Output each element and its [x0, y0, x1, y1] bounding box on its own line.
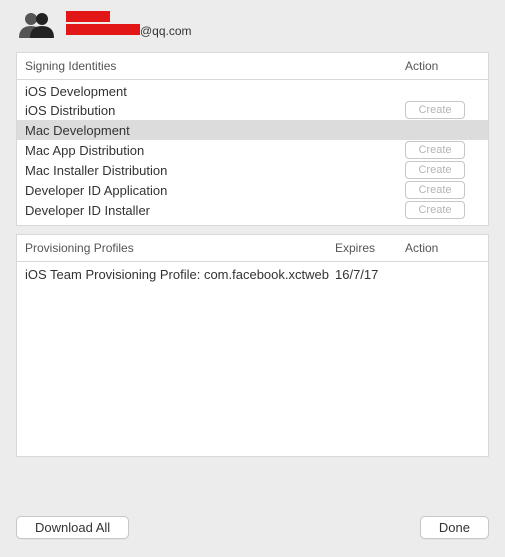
create-button[interactable]: Create: [405, 101, 465, 119]
team-icon: [18, 10, 56, 38]
signing-row[interactable]: Mac Installer DistributionCreate: [17, 160, 488, 180]
signing-row-action: Create: [405, 161, 480, 179]
profile-row-expires: 16/7/17: [335, 267, 405, 282]
signing-row[interactable]: iOS Development: [17, 80, 488, 100]
redacted-email: [66, 24, 140, 35]
signing-row[interactable]: iOS DistributionCreate: [17, 100, 488, 120]
signing-row-label: Mac App Distribution: [25, 143, 405, 158]
provisioning-profiles-section: Provisioning Profiles Expires Action iOS…: [16, 234, 489, 457]
download-all-button[interactable]: Download All: [16, 516, 129, 539]
signing-header-main: Signing Identities: [25, 59, 405, 73]
bottom-bar: Download All Done: [16, 516, 489, 539]
profiles-header-action: Action: [405, 241, 480, 255]
signing-row-label: iOS Distribution: [25, 103, 405, 118]
profile-row[interactable]: iOS Team Provisioning Profile: com.faceb…: [17, 264, 488, 284]
signing-identities-section: Signing Identities Action iOS Developmen…: [16, 52, 489, 226]
account-email-line: @qq.com: [66, 24, 192, 38]
signing-row-label: Mac Installer Distribution: [25, 163, 405, 178]
profiles-header: Provisioning Profiles Expires Action: [17, 235, 488, 262]
signing-row-label: Developer ID Application: [25, 183, 405, 198]
create-button[interactable]: Create: [405, 181, 465, 199]
account-info: @qq.com: [66, 11, 192, 38]
signing-row[interactable]: Developer ID InstallerCreate: [17, 200, 488, 225]
signing-row-label: Developer ID Installer: [25, 203, 405, 218]
signing-row-action: Create: [405, 101, 480, 119]
signing-row-action: Create: [405, 201, 480, 219]
signing-row[interactable]: Developer ID ApplicationCreate: [17, 180, 488, 200]
signing-rows: iOS DevelopmentiOS DistributionCreateMac…: [17, 80, 488, 225]
create-button[interactable]: Create: [405, 201, 465, 219]
signing-header: Signing Identities Action: [17, 53, 488, 80]
email-suffix: @qq.com: [140, 24, 192, 38]
create-button[interactable]: Create: [405, 161, 465, 179]
profiles-header-expires: Expires: [335, 241, 405, 255]
signing-header-action: Action: [405, 59, 480, 73]
signing-row-action: Create: [405, 141, 480, 159]
profiles-rows: iOS Team Provisioning Profile: com.faceb…: [17, 262, 488, 284]
redacted-name: [66, 11, 110, 22]
signing-row-label: iOS Development: [25, 84, 405, 99]
done-button[interactable]: Done: [420, 516, 489, 539]
profiles-header-main: Provisioning Profiles: [25, 241, 335, 255]
signing-row[interactable]: Mac App DistributionCreate: [17, 140, 488, 160]
signing-row-action: Create: [405, 181, 480, 199]
profile-row-label: iOS Team Provisioning Profile: com.faceb…: [25, 267, 335, 282]
account-header: @qq.com: [0, 0, 505, 44]
signing-row[interactable]: Mac Development: [17, 120, 488, 140]
signing-row-label: Mac Development: [25, 123, 405, 138]
create-button[interactable]: Create: [405, 141, 465, 159]
